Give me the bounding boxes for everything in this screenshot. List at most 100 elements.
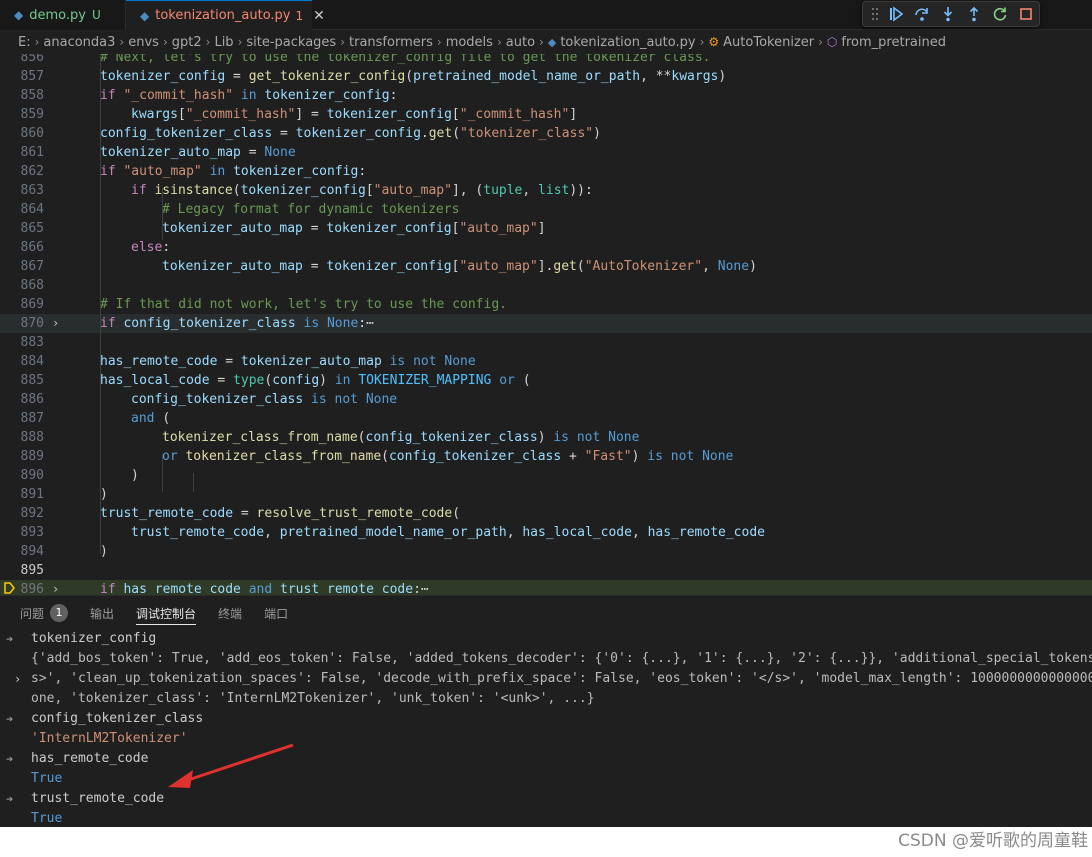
code-token: ] =	[295, 107, 327, 122]
code-line[interactable]: 890)	[0, 466, 1092, 485]
tab-demo-py[interactable]: ◆ demo.py U	[0, 0, 126, 30]
code-line[interactable]: 895	[0, 561, 1092, 580]
breadcrumb-item[interactable]: models	[446, 35, 493, 50]
breadcrumb-item[interactable]: E:	[18, 35, 31, 50]
code-token: tokenizer_auto_map	[100, 145, 241, 160]
code-line[interactable]: 865 tokenizer_auto_map = tokenizer_config…	[0, 219, 1092, 238]
code-line[interactable]: 858 if "_commit_hash" in tokenizer_config…	[0, 86, 1092, 105]
code-line[interactable]: 888 tokenizer_class_from_name(config_toke…	[0, 428, 1092, 447]
watermark-strip: CSDN @爱听歌的周童鞋	[0, 827, 1092, 857]
code-line[interactable]: 886 config_tokenizer_class is not None	[0, 390, 1092, 409]
tab-output[interactable]: 输出	[90, 596, 114, 630]
indent-guide	[193, 473, 194, 492]
code-content: kwargs["_commit_hash"] = tokenizer_confi…	[131, 105, 577, 124]
breadcrumb-item[interactable]: Lib	[214, 35, 233, 50]
console-text: True	[31, 811, 63, 826]
code-token: tokenizer_auto_map	[162, 221, 303, 236]
code-content: tokenizer_config = get_tokenizer_config(…	[100, 67, 726, 86]
code-token: # Legacy format for dynamic tokenizers	[162, 202, 460, 217]
code-line[interactable]: 857 tokenizer_config = get_tokenizer_conf…	[0, 67, 1092, 86]
debug-current-line-icon	[4, 582, 15, 594]
code-line[interactable]: 866 else:	[0, 238, 1092, 257]
code-line[interactable]: 887 and (	[0, 409, 1092, 428]
code-line[interactable]: 868	[0, 276, 1092, 295]
restart-icon[interactable]	[987, 3, 1013, 25]
code-line[interactable]: 862 if "auto_map" in tokenizer_config:	[0, 162, 1092, 181]
code-token: "_commit_hash"	[459, 107, 570, 122]
code-content: and (	[131, 409, 170, 428]
tab-debug-console[interactable]: 调试控制台	[136, 596, 197, 630]
chevron-right-icon[interactable]: ›	[52, 314, 59, 333]
tab-terminal[interactable]: 终端	[218, 596, 242, 630]
tab-tokenization-auto-py[interactable]: ◆ tokenization_auto.py 1 ✕	[126, 0, 325, 30]
console-output-line[interactable]: {'add_bos_token': True, 'add_eos_token':…	[0, 649, 1092, 669]
chevron-right-icon[interactable]: ›	[52, 580, 59, 595]
console-output-line[interactable]: one, 'tokenizer_class': 'InternLM2Tokeni…	[0, 689, 1092, 709]
code-line[interactable]: 894)	[0, 542, 1092, 561]
code-line[interactable]: 896 › if has_remote_code and trust_remote_…	[0, 580, 1092, 595]
step-over-icon[interactable]	[909, 3, 935, 25]
drag-handle-icon[interactable]	[867, 6, 883, 22]
code-line[interactable]: 861 tokenizer_auto_map = None	[0, 143, 1092, 162]
breadcrumb-item[interactable]: anaconda3	[43, 35, 115, 50]
breadcrumb-item[interactable]: gpt2	[172, 35, 202, 50]
breadcrumb-item[interactable]: tokenization_auto.py	[560, 35, 695, 50]
line-number: 862	[20, 164, 44, 179]
python-file-icon: ◆	[14, 8, 24, 22]
continue-icon[interactable]	[883, 3, 909, 25]
tab-label: 问题	[20, 606, 45, 621]
console-input-line[interactable]: ➔ has_remote_code	[0, 749, 1092, 769]
console-output-line[interactable]: › s>', 'clean_up_tokenization_spaces': Fa…	[0, 669, 1092, 689]
code-token: tokenizer_class_from_name	[185, 449, 382, 464]
code-line[interactable]: 870 › if config_tokenizer_class is None:⋯	[0, 314, 1092, 333]
code-line[interactable]: 892 trust_remote_code = resolve_trust_rem…	[0, 504, 1092, 523]
code-line[interactable]: 885 has_local_code = type (config) in TOKE…	[0, 371, 1092, 390]
code-token: =	[302, 221, 327, 236]
console-output-line[interactable]: 'InternLM2Tokenizer'	[0, 729, 1092, 749]
code-line[interactable]: 863 if isinstance(tokenizer_config["auto_…	[0, 181, 1092, 200]
code-line[interactable]: 889 or tokenizer_class_from_name(config_t…	[0, 447, 1092, 466]
breadcrumb-item[interactable]: AutoTokenizer	[723, 35, 814, 50]
code-token: is not	[303, 392, 366, 407]
console-input-line[interactable]: ➔ tokenizer_config	[0, 629, 1092, 649]
step-out-icon[interactable]	[961, 3, 987, 25]
expand-chevron-icon[interactable]: ›	[14, 669, 21, 689]
line-number: 885	[20, 373, 44, 388]
code-line[interactable]: 884 has_remote_code = tokenizer_auto_map …	[0, 352, 1092, 371]
code-line[interactable]: 856 # Next, let's try to use the tokenize…	[0, 54, 1092, 67]
code-line[interactable]: 864 # Legacy format for dynamic tokenizer…	[0, 200, 1092, 219]
breadcrumb-item[interactable]: site-packages	[246, 35, 336, 50]
breadcrumb-item[interactable]: transformers	[349, 35, 433, 50]
tab-ports[interactable]: 端口	[264, 596, 288, 630]
code-line[interactable]: 869 # If that did not work, let's try to …	[0, 295, 1092, 314]
console-input-line[interactable]: ➔ config_tokenizer_class	[0, 709, 1092, 729]
close-icon[interactable]: ✕	[313, 8, 325, 24]
code-token: in	[334, 373, 359, 388]
code-token: # Next, let's try to use the tokenizer_c…	[100, 54, 711, 65]
breadcrumb-item[interactable]: envs	[128, 35, 159, 50]
code-token: "_commit_hash"	[123, 88, 234, 103]
code-token: =	[302, 259, 327, 274]
breadcrumb-item[interactable]: auto	[506, 35, 535, 50]
step-into-icon[interactable]	[935, 3, 961, 25]
bottom-panel: 问题 1 输出 调试控制台 终端 端口 ➔ tokenizer_config {'ad…	[0, 595, 1092, 827]
code-line[interactable]: 893 trust_remote_code, pretrained_model_n…	[0, 523, 1092, 542]
code-content: tokenizer_auto_map = tokenizer_config["a…	[162, 219, 546, 238]
code-editor[interactable]: 856 # Next, let's try to use the tokenize…	[0, 54, 1092, 595]
code-token: ,	[264, 525, 280, 540]
code-line[interactable]: 859 kwargs["_commit_hash"] = tokenizer_co…	[0, 105, 1092, 124]
code-line[interactable]: 883	[0, 333, 1092, 352]
code-line[interactable]: 860 config_tokenizer_class = tokenizer_co…	[0, 124, 1092, 143]
tab-problems[interactable]: 问题 1	[20, 596, 69, 630]
line-number: 892	[20, 506, 44, 521]
console-output-line[interactable]: True	[0, 769, 1092, 789]
code-line[interactable]: 867 tokenizer_auto_map = tokenizer_config…	[0, 257, 1092, 276]
code-token: None	[326, 316, 359, 331]
breadcrumb-item[interactable]: from_pretrained	[841, 35, 946, 50]
console-input-line[interactable]: ➔ trust_remote_code	[0, 789, 1092, 809]
code-token: None	[717, 259, 750, 274]
stop-icon[interactable]	[1013, 3, 1039, 25]
code-token: "auto_map"	[373, 183, 452, 198]
line-number: 889	[20, 449, 44, 464]
code-line[interactable]: 891)	[0, 485, 1092, 504]
